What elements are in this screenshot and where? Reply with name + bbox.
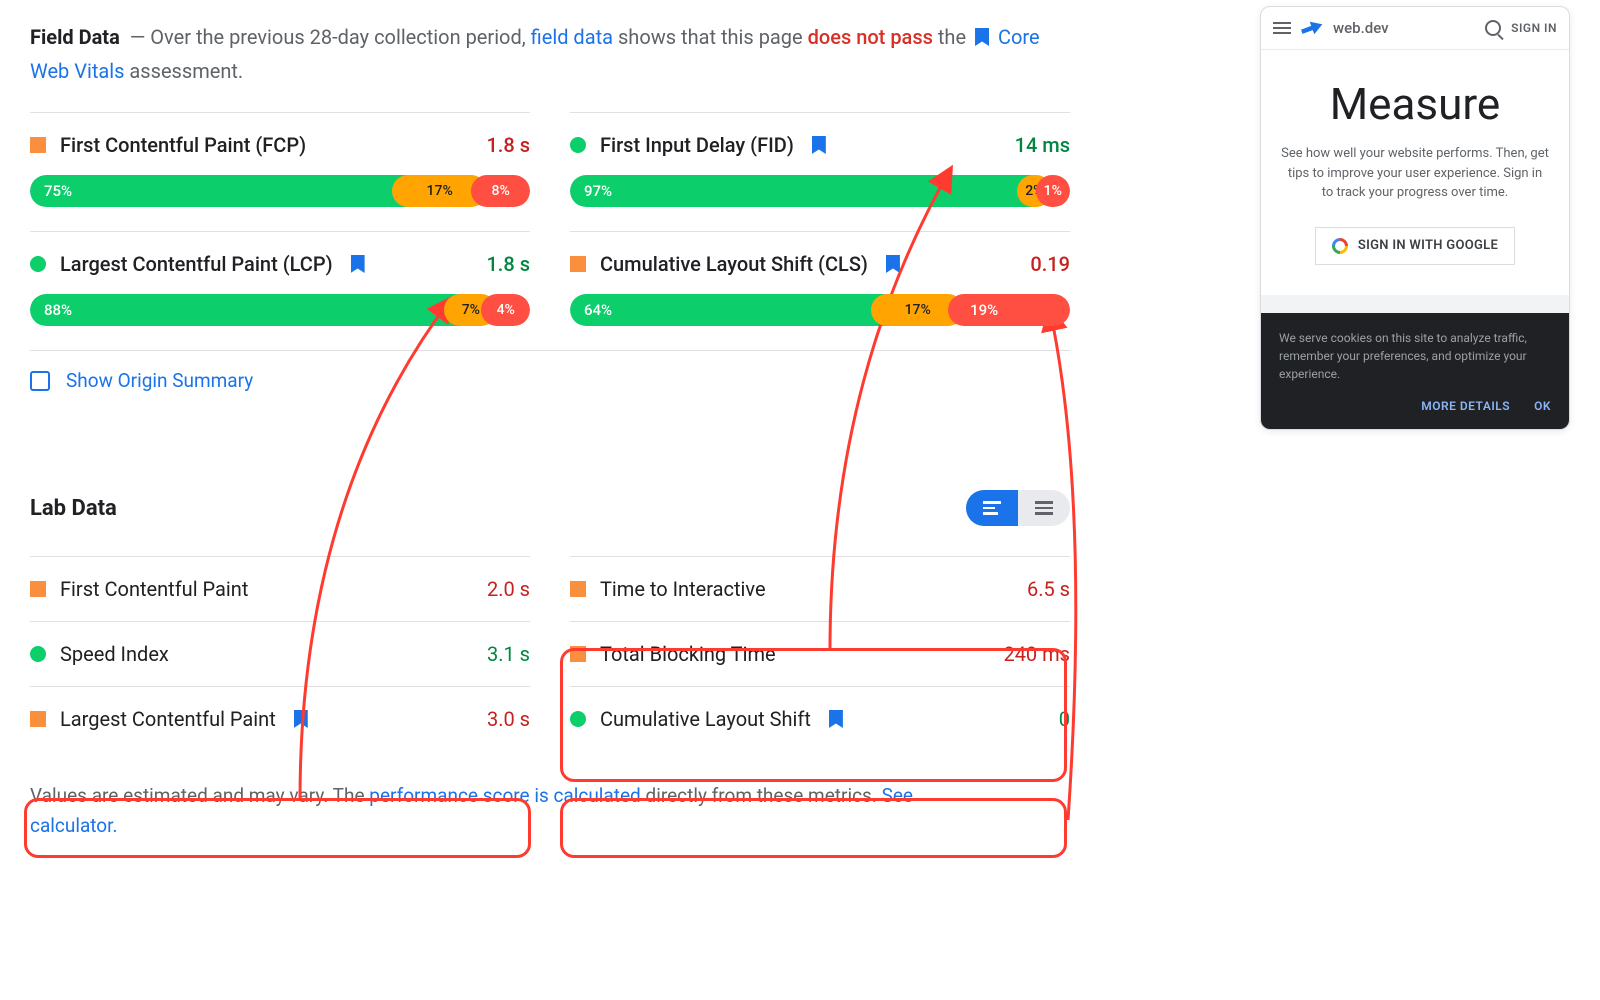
distribution-bar: 64% 17% 19% (570, 294, 1070, 326)
bookmark-icon (975, 28, 989, 46)
distribution-bar: 97% 2% 1% (570, 175, 1070, 207)
lab-row-lcp: Largest Contentful Paint 3.0 s (30, 686, 530, 751)
lab-value: 240 ms (1003, 642, 1070, 666)
lab-value: 0 (1059, 707, 1070, 731)
lab-row-si: Speed Index 3.1 s (30, 621, 530, 686)
webdev-logo-icon (1298, 14, 1326, 42)
status-marker (570, 137, 586, 153)
lab-value: 6.5 s (1027, 577, 1070, 601)
status-marker (30, 137, 46, 153)
status-marker (30, 256, 46, 272)
phone-header: web.dev SIGN IN (1261, 7, 1569, 50)
metric-value: 1.8 s (486, 133, 530, 157)
checkbox-icon[interactable] (30, 371, 50, 391)
status-marker (570, 711, 586, 727)
phone-preview: web.dev SIGN IN Measure See how well you… (1260, 6, 1570, 430)
metric-fid: First Input Delay (FID) 14 ms 97% 2% 1% (570, 112, 1070, 231)
distribution-bar: 88% 7% 4% (30, 294, 530, 326)
toggle-compact[interactable] (1018, 490, 1070, 526)
perf-score-link[interactable]: performance score is calculated (369, 784, 640, 807)
status-marker (30, 711, 46, 727)
metric-fcp: First Contentful Paint (FCP) 1.8 s 75% 1… (30, 112, 530, 231)
show-origin-label: Show Origin Summary (66, 369, 253, 392)
view-toggle[interactable] (966, 490, 1070, 526)
bookmark-icon (829, 710, 843, 728)
status-marker (30, 646, 46, 662)
show-origin-summary[interactable]: Show Origin Summary (30, 350, 1070, 410)
distribution-bar: 75% 17% 8% (30, 175, 530, 207)
field-data-summary: Field Data — Over the previous 28-day co… (30, 20, 1070, 88)
lab-data-title: Lab Data (30, 496, 117, 521)
metric-name: First Input Delay (FID) (600, 133, 794, 157)
metric-name: First Contentful Paint (FCP) (60, 133, 306, 157)
page-heading: Measure (1281, 78, 1549, 130)
metric-value: 1.8 s (486, 252, 530, 276)
more-details-link[interactable]: MORE DETAILS (1421, 397, 1510, 415)
footer-note: Values are estimated and may vary. The p… (30, 781, 930, 842)
lab-row-tbt: Total Blocking Time 240 ms (570, 621, 1070, 686)
field-data-title: Field Data (30, 25, 120, 49)
brand-text: web.dev (1333, 19, 1475, 37)
bookmark-icon (294, 710, 308, 728)
lab-value: 3.1 s (487, 642, 530, 666)
signin-link[interactable]: SIGN IN (1511, 21, 1557, 35)
google-signin-button[interactable]: SIGN IN WITH GOOGLE (1315, 227, 1515, 265)
lab-value: 2.0 s (487, 577, 530, 601)
lab-value: 3.0 s (487, 707, 530, 731)
search-icon[interactable] (1485, 20, 1501, 36)
toggle-detailed[interactable] (966, 490, 1018, 526)
metric-name: Cumulative Layout Shift (CLS) (600, 252, 868, 276)
field-data-link[interactable]: field data (531, 25, 613, 49)
status-marker (570, 646, 586, 662)
lab-row-cls: Cumulative Layout Shift 0 (570, 686, 1070, 751)
metric-lcp: Largest Contentful Paint (LCP) 1.8 s 88%… (30, 231, 530, 350)
page-description: See how well your website performs. Then… (1281, 144, 1549, 203)
bookmark-icon (886, 255, 900, 273)
hamburger-icon[interactable] (1273, 22, 1291, 34)
status-marker (570, 581, 586, 597)
lab-row-fcp: First Contentful Paint 2.0 s (30, 556, 530, 621)
metric-name: Largest Contentful Paint (LCP) (60, 252, 333, 276)
status-marker (570, 256, 586, 272)
metric-value: 0.19 (1030, 252, 1070, 276)
cookie-banner: We serve cookies on this site to analyze… (1261, 313, 1569, 429)
ok-button[interactable]: OK (1534, 397, 1551, 415)
bookmark-icon (351, 255, 365, 273)
google-icon (1332, 238, 1348, 254)
metric-value: 14 ms (1015, 133, 1070, 157)
lab-row-tti: Time to Interactive 6.5 s (570, 556, 1070, 621)
cookie-text: We serve cookies on this site to analyze… (1279, 329, 1551, 383)
status-marker (30, 581, 46, 597)
metric-cls: Cumulative Layout Shift (CLS) 0.19 64% 1… (570, 231, 1070, 350)
bookmark-icon (812, 136, 826, 154)
fail-status: does not pass (808, 25, 933, 49)
